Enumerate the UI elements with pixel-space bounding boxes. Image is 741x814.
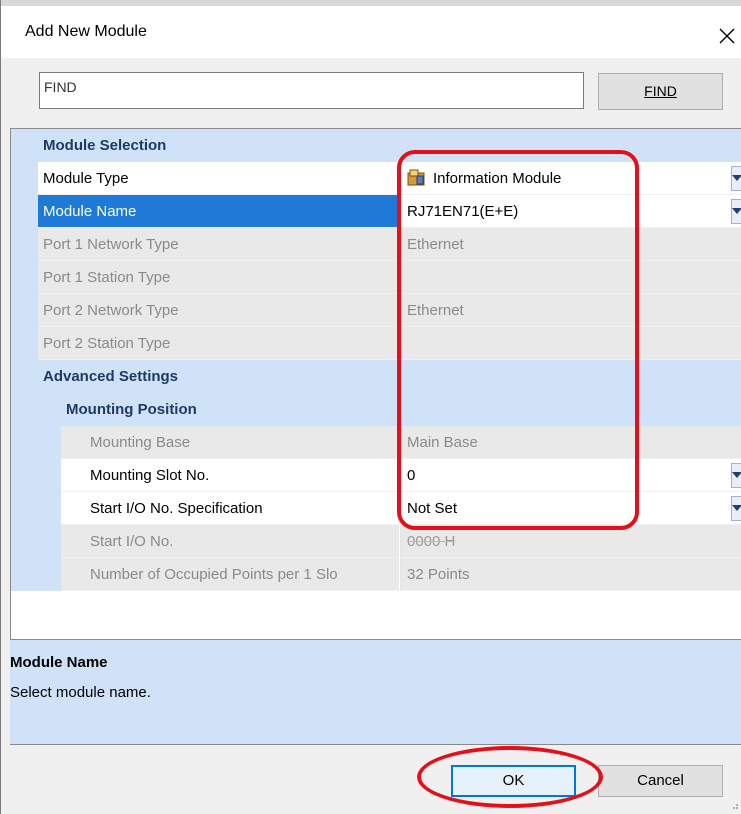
row-start-io-no: Start I/O No. 0000 H: [11, 525, 741, 558]
module-type-value[interactable]: Information Module: [400, 162, 741, 195]
start-io-specification-value[interactable]: Not Set: [400, 492, 741, 525]
description-title: Module Name: [10, 654, 108, 671]
ok-button[interactable]: OK: [451, 765, 576, 797]
cancel-button[interactable]: Cancel: [598, 765, 723, 797]
module-name-dropdown-button[interactable]: [730, 195, 741, 228]
row-mounting-base: Mounting Base Main Base: [11, 426, 741, 459]
property-grid: Module Selection Module Type Information…: [10, 128, 741, 639]
description-panel: Module Name Select module name.: [10, 639, 741, 745]
resize-grip-icon[interactable]: [729, 800, 739, 810]
row-occupied-points: Number of Occupied Points per 1 Slo 32 P…: [11, 558, 741, 591]
row-start-io-specification[interactable]: Start I/O No. Specification Not Set: [11, 492, 741, 525]
value-text: 0000 H: [407, 533, 456, 550]
row-port2-station-type: Port 2 Station Type: [11, 327, 741, 360]
row-module-name[interactable]: Module Name RJ71EN71(E+E): [11, 195, 741, 228]
row-label: Module Type: [38, 162, 399, 195]
category-label: Module Selection: [43, 137, 167, 154]
row-label: Port 2 Network Type: [38, 294, 399, 327]
dialog-title: Add New Module: [25, 23, 147, 40]
row-label: Port 1 Network Type: [38, 228, 399, 261]
category-module-selection[interactable]: Module Selection: [11, 129, 741, 162]
row-label: Port 1 Station Type: [38, 261, 399, 294]
row-value: Ethernet: [400, 294, 741, 327]
find-input[interactable]: FIND: [39, 72, 584, 109]
row-value: Ethernet: [400, 228, 741, 261]
row-label: Mounting Base: [61, 426, 399, 459]
row-mounting-slot-no[interactable]: Mounting Slot No. 0: [11, 459, 741, 492]
row-port2-network-type: Port 2 Network Type Ethernet: [11, 294, 741, 327]
category-label: Advanced Settings: [43, 368, 179, 385]
find-button-label: FIND: [644, 83, 677, 99]
title-bar: Add New Module: [1, 6, 741, 58]
row-value: 32 Points: [400, 558, 741, 591]
row-label: Mounting Slot No.: [61, 459, 399, 492]
row-value: Main Base: [400, 426, 741, 459]
information-module-icon: [407, 169, 425, 186]
find-button[interactable]: FIND: [598, 73, 723, 110]
row-value: [400, 327, 741, 360]
module-type-dropdown-button[interactable]: [730, 162, 741, 195]
mounting-slot-value[interactable]: 0: [400, 459, 741, 492]
module-name-value[interactable]: RJ71EN71(E+E): [400, 195, 741, 228]
row-port1-network-type: Port 1 Network Type Ethernet: [11, 228, 741, 261]
row-label: Number of Occupied Points per 1 Slo: [61, 558, 399, 591]
row-port1-station-type: Port 1 Station Type: [11, 261, 741, 294]
start-io-specification-dropdown-button[interactable]: [730, 492, 741, 525]
close-icon: [719, 28, 735, 44]
category-label: Mounting Position: [66, 401, 197, 418]
category-advanced-settings[interactable]: Advanced Settings: [11, 360, 741, 393]
value-text: Information Module: [433, 170, 562, 187]
row-value: 0000 H: [400, 525, 741, 558]
row-module-type[interactable]: Module Type Information Module: [11, 162, 741, 195]
category-mounting-position[interactable]: Mounting Position: [11, 393, 741, 426]
mounting-slot-dropdown-button[interactable]: [730, 459, 741, 492]
row-label: Port 2 Station Type: [38, 327, 399, 360]
row-label: Module Name: [38, 195, 399, 228]
description-text: Select module name.: [10, 684, 151, 701]
add-new-module-dialog: Add New Module FIND FIND Module Selectio…: [0, 0, 741, 814]
row-label: Start I/O No.: [61, 525, 399, 558]
row-value: [400, 261, 741, 294]
close-button[interactable]: [713, 16, 741, 56]
row-label: Start I/O No. Specification: [61, 492, 399, 525]
